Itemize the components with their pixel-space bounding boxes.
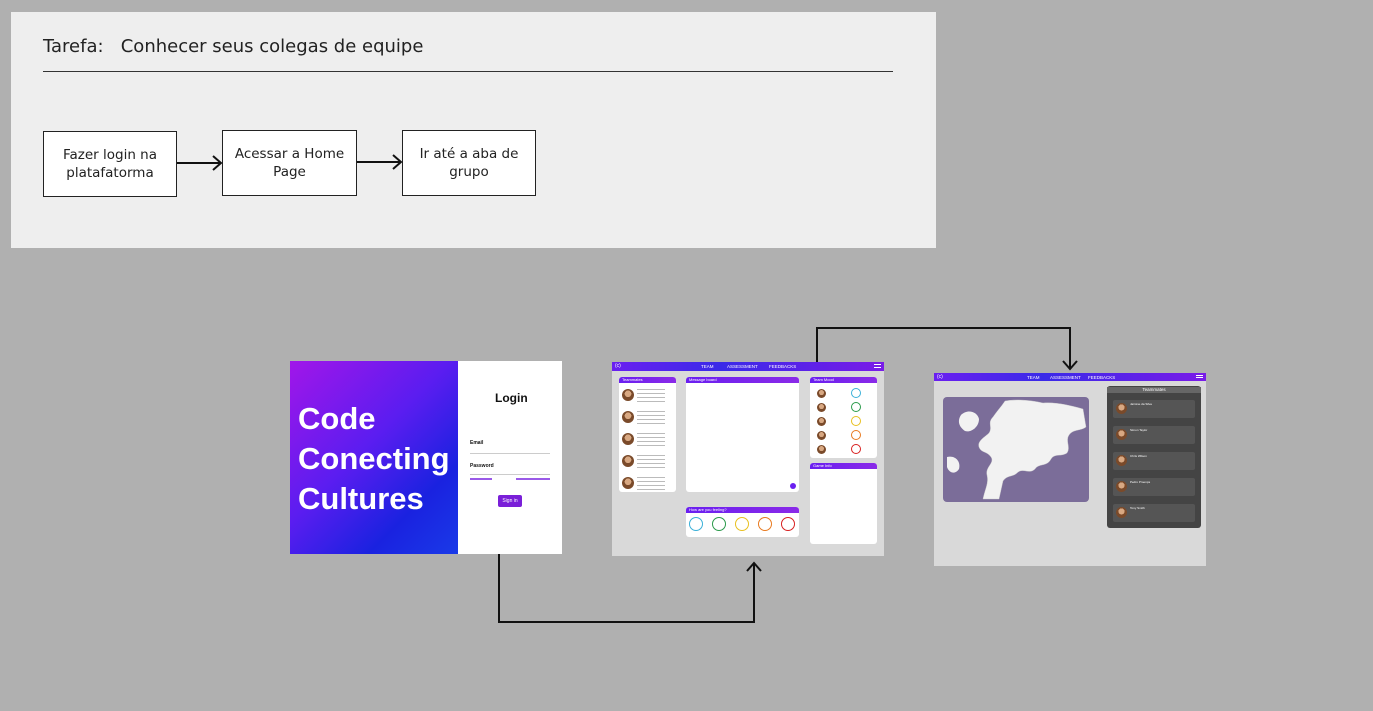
- avatar: [1116, 403, 1127, 414]
- teammate-info: [637, 433, 665, 446]
- group-nav-assessment[interactable]: ASSESSMENT: [1050, 375, 1081, 380]
- home-logo-icon: (c): [615, 363, 621, 369]
- teammate-info: [637, 455, 665, 468]
- login-title: Login: [495, 391, 528, 405]
- feeling-neutral-icon[interactable]: [735, 517, 749, 531]
- avatar: [1116, 429, 1127, 440]
- title-divider: [43, 71, 893, 72]
- home-nav-feedbacks[interactable]: FEEDBACKS: [769, 364, 796, 369]
- login-screen-mockup: Code Conecting Cultures Login Email Pass…: [290, 361, 562, 554]
- home-feeling-card: How are you feeling?: [686, 507, 799, 537]
- group-teammates-panel: Teammates Jaimine da Silva Simon Taylor …: [1107, 386, 1201, 528]
- world-map: [943, 397, 1089, 502]
- member-card[interactable]: Simon Taylor: [1113, 426, 1195, 444]
- login-hero-text: Code Conecting Cultures: [298, 399, 450, 519]
- group-logo-icon: (c): [937, 374, 943, 380]
- step-login: Fazer login na platafatorma: [43, 131, 177, 197]
- teammate-info: [637, 389, 665, 402]
- message-board-header: Message board: [686, 377, 799, 383]
- avatar: [622, 477, 634, 489]
- task-label: Tarefa:: [43, 36, 104, 57]
- avatar: [622, 433, 634, 445]
- signup-link[interactable]: [516, 478, 550, 480]
- feeling-header: How are you feeling?: [686, 507, 799, 513]
- mood-sad-icon: [851, 430, 861, 440]
- password-field[interactable]: [470, 474, 550, 475]
- home-team-mood-card: Team Mood: [810, 377, 877, 458]
- game-info-header: Game Info: [810, 463, 877, 469]
- avatar: [622, 455, 634, 467]
- login-hero: Code Conecting Cultures: [290, 361, 458, 554]
- avatar: [817, 445, 826, 454]
- home-teammates-card: Teammates: [619, 377, 676, 492]
- member-card[interactable]: Pedro Proença: [1113, 478, 1195, 496]
- sign-in-button[interactable]: Sign in: [498, 495, 522, 507]
- hero-line-2: Conecting: [298, 441, 450, 476]
- mood-very-happy-icon: [851, 388, 861, 398]
- hero-line-1: Code: [298, 401, 376, 436]
- group-menu-icon[interactable]: [1196, 375, 1203, 378]
- member-card[interactable]: Jaimine da Silva: [1113, 400, 1195, 418]
- arrow-login-home-head: [746, 561, 762, 572]
- avatar: [622, 389, 634, 401]
- avatar: [622, 411, 634, 423]
- member-card[interactable]: Chris Wilson: [1113, 452, 1195, 470]
- arrow-login-home: [498, 554, 755, 623]
- group-nav-feedbacks[interactable]: FEEDBACKS: [1088, 375, 1115, 380]
- member-card[interactable]: Tony Smith: [1113, 504, 1195, 522]
- avatar: [1116, 481, 1127, 492]
- member-name: Pedro Proença: [1130, 480, 1151, 484]
- step-group-tab-label: Ir até a aba de grupo: [419, 146, 519, 180]
- home-message-board: Message board: [686, 377, 799, 492]
- teammate-info: [637, 411, 665, 424]
- mood-neutral-icon: [851, 416, 861, 426]
- feeling-very-happy-icon[interactable]: [689, 517, 703, 531]
- avatar: [817, 389, 826, 398]
- add-message-icon[interactable]: [790, 483, 796, 489]
- task-text: Conhecer seus colegas de equipe: [120, 36, 424, 57]
- member-name: Tony Smith: [1130, 506, 1145, 510]
- home-menu-icon[interactable]: [874, 364, 881, 368]
- feeling-sad-icon[interactable]: [758, 517, 772, 531]
- group-teammates-title: Teammates: [1107, 387, 1201, 393]
- password-label: Password: [470, 463, 494, 469]
- home-nav-team[interactable]: TEAM: [701, 364, 714, 369]
- forgot-password-link[interactable]: [470, 478, 492, 480]
- hero-line-3: Cultures: [298, 481, 424, 516]
- avatar: [817, 403, 826, 412]
- member-name: Jaimine da Silva: [1130, 402, 1152, 406]
- avatar: [817, 431, 826, 440]
- feeling-happy-icon[interactable]: [712, 517, 726, 531]
- feeling-angry-icon[interactable]: [781, 517, 795, 531]
- group-nav-team[interactable]: TEAM: [1027, 375, 1040, 380]
- teammates-card-header: Teammates: [619, 377, 676, 383]
- avatar: [817, 417, 826, 426]
- step-login-label: Fazer login na platafatorma: [62, 147, 158, 181]
- group-screen-mockup: (c) TEAM ASSESSMENT FEEDBACKS Teammates …: [934, 373, 1206, 566]
- home-game-info-card: Game Info: [810, 463, 877, 544]
- mood-angry-icon: [851, 444, 861, 454]
- step-home-page: Acessar a Home Page: [222, 130, 357, 196]
- home-screen-mockup: (c) TEAM ASSESSMENT FEEDBACKS Teammates …: [612, 362, 884, 556]
- arrow-home-group-head: [1062, 360, 1078, 371]
- task-title: Tarefa: Conhecer seus colegas de equipe: [43, 36, 423, 57]
- home-nav-assessment[interactable]: ASSESSMENT: [727, 364, 758, 369]
- member-name: Chris Wilson: [1130, 454, 1147, 458]
- step-home-page-label: Acessar a Home Page: [234, 146, 345, 180]
- mood-happy-icon: [851, 402, 861, 412]
- email-field[interactable]: [470, 453, 550, 454]
- team-mood-header: Team Mood: [810, 377, 877, 383]
- member-name: Simon Taylor: [1130, 428, 1148, 432]
- avatar: [1116, 507, 1127, 518]
- teammate-info: [637, 477, 665, 490]
- avatar: [1116, 455, 1127, 466]
- email-label: Email: [470, 440, 484, 446]
- step-group-tab: Ir até a aba de grupo: [402, 130, 536, 196]
